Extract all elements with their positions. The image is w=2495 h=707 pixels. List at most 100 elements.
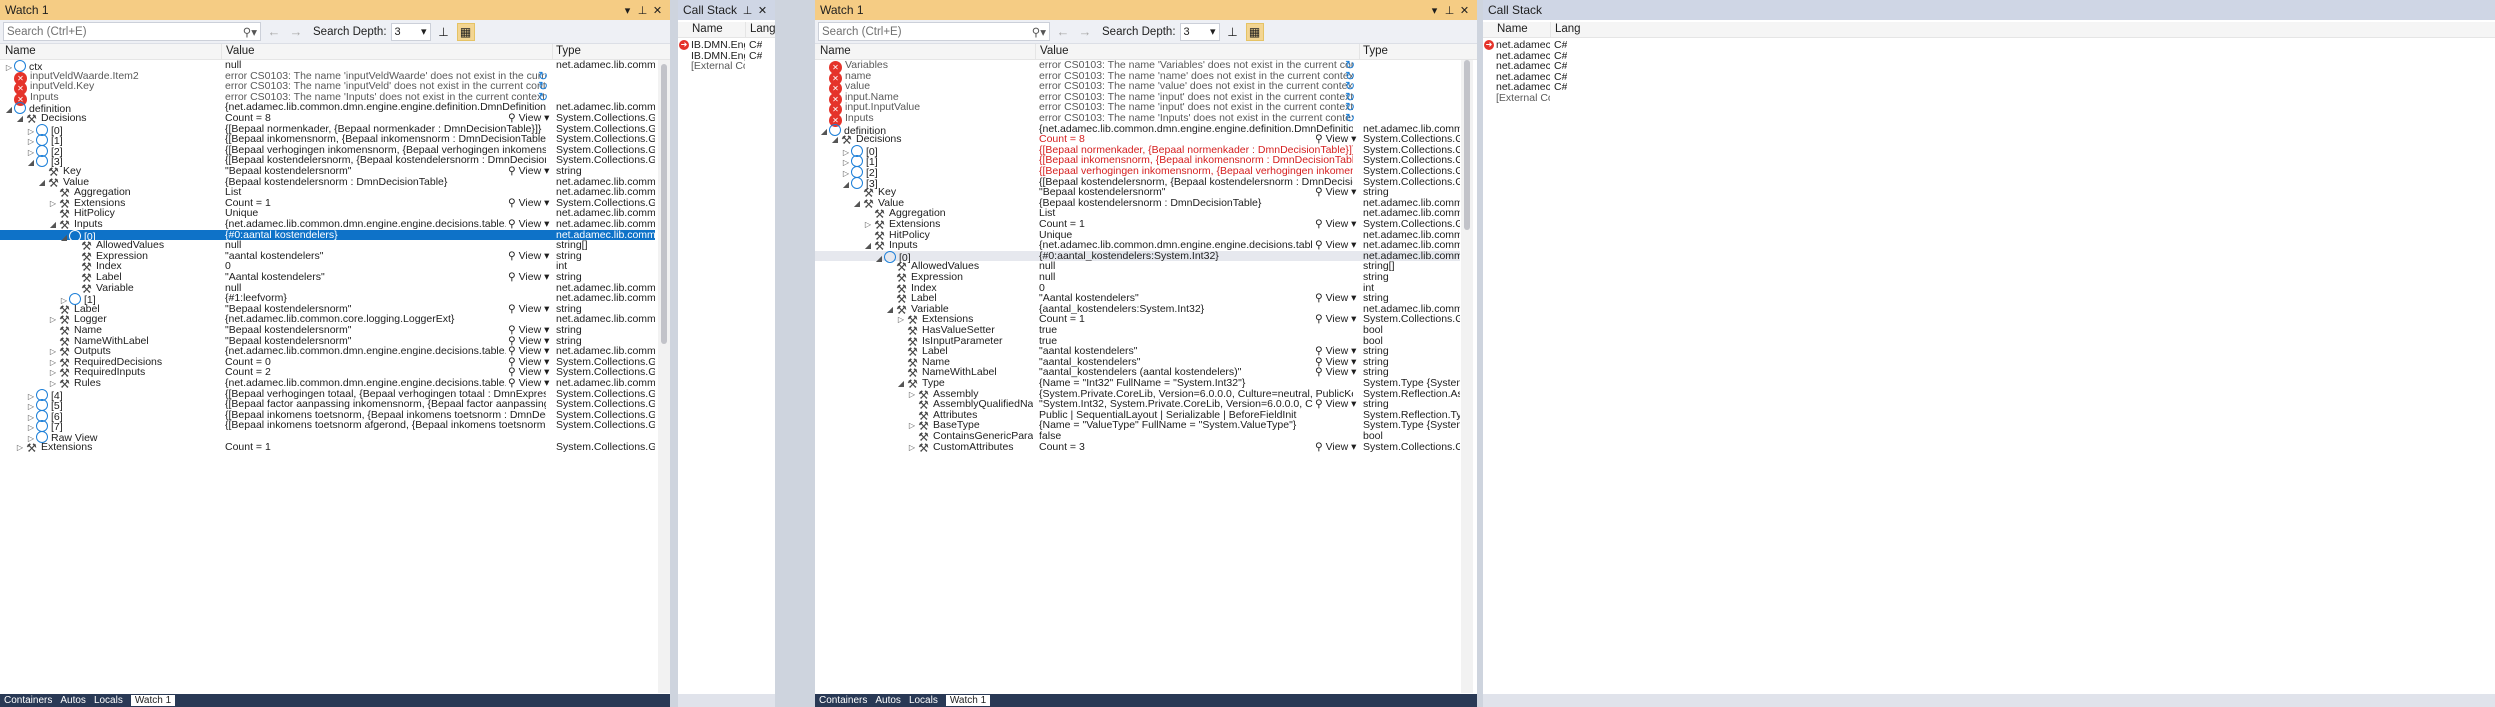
view-button[interactable]: ⚲ View ▾	[1315, 367, 1356, 378]
watch-row[interactable]: ⚒ Label "Bepaal kostendelersnorm" ⚲ View ▾ s…	[0, 304, 655, 317]
search-input[interactable]: Search (Ctrl+E) ⚲ ▾	[3, 22, 261, 41]
close-icon[interactable]: ✕	[650, 4, 665, 17]
right-callstack-titlebar[interactable]: Call Stack	[1483, 0, 2495, 20]
watch-row[interactable]: ⚒ Label "Aantal kostendelers" ⚲ View ▾ strin…	[815, 293, 1460, 306]
chevron-down-icon[interactable]: ▾	[251, 25, 257, 39]
column-name[interactable]: Name	[820, 45, 851, 57]
watch-row[interactable]: ⚒AggregationListnet.adamec.lib.common.dm…	[0, 187, 655, 200]
refresh-icon[interactable]: ↻	[538, 91, 548, 103]
search-input[interactable]: Search (Ctrl+E) ⚲ ▾	[818, 22, 1050, 41]
tab-autos[interactable]: Autos	[875, 695, 901, 706]
search-back-button[interactable]: ←	[265, 24, 283, 39]
column-name[interactable]: Name	[692, 23, 723, 35]
watch-row[interactable]: ✕ value error CS0103: The name 'value' doe…	[815, 80, 1460, 96]
vertical-scrollbar[interactable]	[1461, 60, 1473, 693]
view-button[interactable]: ⚲ View ▾	[508, 272, 549, 283]
view-button[interactable]: ⚲ View ▾	[508, 325, 549, 336]
watch-row[interactable]: ▷ ⚒ Extensions Count = 1 ⚲ View ▾ System.Coll…	[815, 219, 1460, 232]
view-button[interactable]: ⚲ View ▾	[508, 198, 549, 209]
watch-row[interactable]: ⚒ Label "Aantal kostendelers" ⚲ View ▾ strin…	[0, 272, 655, 285]
watch-row[interactable]: ◢ [3] {[Bepaal kostendelersnorm, {Bepaal k…	[0, 155, 655, 168]
search-forward-button[interactable]: →	[1076, 24, 1094, 39]
column-value[interactable]: Value	[226, 45, 255, 57]
callstack-frame[interactable]: net.adamec.li... C#	[1483, 72, 1578, 83]
watch-row[interactable]: ◢ definition {net.adamec.lib.common.dmn.en…	[0, 102, 655, 115]
column-name[interactable]: Name	[1497, 23, 1528, 35]
view-button[interactable]: ⚲ View ▾	[1315, 314, 1356, 325]
watch-row[interactable]: ▷ [0] {[Bepaal normenkader, {Bepaal normen…	[815, 144, 1460, 157]
column-divider[interactable]	[221, 44, 222, 59]
watch-row[interactable]: ⚒ HasValueSetter true bool	[815, 325, 1460, 338]
watch-row[interactable]: ⚒ Label "aantal kostendelers" ⚲ View ▾ strin…	[815, 346, 1460, 359]
callstack-frame[interactable]: IB.DMN.Engin... C#	[678, 51, 773, 62]
view-button[interactable]: ⚲ View ▾	[1315, 399, 1356, 410]
watch-row[interactable]: ✕ Inputs error CS0103: The name 'Inputs' d…	[0, 91, 655, 106]
watch-row[interactable]: ▷ [1] {[Bepaal inkomensnorm, {Bepaal inkom…	[0, 134, 655, 146]
pin-watch-icon[interactable]: ⊥	[1224, 23, 1242, 41]
watch-row[interactable]: ▷ [4] {[Bepaal verhogingen totaal, {Bepaal…	[0, 388, 655, 401]
watch-row[interactable]: ✕ input.Name error CS0103: The name 'input…	[815, 91, 1460, 106]
right-watch-titlebar[interactable]: Watch 1 ▾ ⊥ ✕	[815, 0, 1477, 20]
dropdown-icon[interactable]: ▾	[1427, 4, 1442, 17]
watch-row[interactable]: ▷ [5] {[Bepaal factor aanpassing inkomensn…	[0, 399, 655, 411]
column-type[interactable]: Type	[1363, 45, 1388, 57]
watch-row[interactable]: ⚒ Expression "aantal kostendelers" ⚲ View ▾…	[0, 251, 655, 264]
view-button[interactable]: ⚲ View ▾	[508, 219, 549, 230]
watch-row[interactable]: ▷ [6] {[Bepaal inkomens toetsnorm, {Bepaal…	[0, 409, 655, 422]
watch-row[interactable]: ⚒AssemblyQualifiedName"System.Int32, Sys…	[815, 399, 1460, 412]
watch-row[interactable]: ◢ ⚒ Inputs {net.adamec.lib.common.dmn.engin…	[815, 240, 1460, 253]
watch-row[interactable]: ⚒ Name "aantal_kostendelers" ⚲ View ▾ string	[815, 357, 1460, 370]
watch-row[interactable]: ⚒ AllowedValues null string[]	[815, 261, 1460, 274]
close-icon[interactable]: ✕	[1457, 4, 1472, 17]
pin-icon[interactable]: ⊥	[635, 4, 650, 17]
watch-row[interactable]: ▷ ⚒ CustomAttributes Count = 3 ⚲ View ▾ Syste…	[815, 441, 1460, 454]
left-watch-titlebar[interactable]: Watch 1 ▾ ⊥ ✕	[0, 0, 670, 20]
watch-row[interactable]: ✕ inputVeldWaarde.Item2 error CS0103: The …	[0, 70, 655, 85]
watch-row[interactable]: ◢ ⚒ Decisions Count = 8 ⚲ View ▾ System.Colle…	[0, 113, 655, 126]
watch-row[interactable]: ◢ ⚒ Variable {aantal_kostendelers:System.In…	[815, 304, 1460, 317]
column-divider[interactable]	[1550, 22, 1551, 37]
watch-row[interactable]: ⚒ IsInputParameter true bool	[815, 336, 1460, 349]
dropdown-icon[interactable]: ▾	[620, 4, 635, 17]
watch-row[interactable]: ⚒ NameWithLabel "aantal_kostendelers (aant…	[815, 367, 1460, 380]
tab-containers[interactable]: Containers	[4, 695, 52, 706]
callstack-frame[interactable]: [External Code]	[678, 61, 773, 72]
column-lang[interactable]: Lang	[1555, 23, 1581, 35]
watch-row[interactable]: ▷ ⚒ Extensions Count = 1 System.Collections.…	[0, 442, 655, 455]
watch-row[interactable]: ▷ ⚒ Logger {net.adamec.lib.common.core.logg…	[0, 314, 655, 327]
view-button[interactable]: ⚲ View ▾	[508, 251, 549, 262]
tab-locals[interactable]: Locals	[909, 695, 938, 706]
expand-icon[interactable]: ▷	[15, 443, 25, 454]
watch-row[interactable]: ⚒ Key "Bepaal kostendelersnorm" ⚲ View ▾ str…	[0, 166, 655, 179]
watch-row[interactable]: ▷ Raw View	[0, 431, 655, 443]
search-depth-select[interactable]: 3 ▾	[1179, 22, 1220, 41]
watch-row[interactable]: ⚒ Expression null string	[815, 272, 1460, 285]
view-button[interactable]: ⚲ View ▾	[508, 378, 549, 389]
watch-row[interactable]: ▷ [0] {[Bepaal normenkader, {Bepaal normen…	[0, 123, 655, 136]
watch-row[interactable]: ◢ ⚒ Value {Bepaal kostendelersnorm : DmnDec…	[815, 198, 1460, 211]
search-icon[interactable]: ⚲	[1032, 25, 1040, 39]
watch-row[interactable]: ◢ [0] {#0:aantal kostendelers} net.adamec.l…	[0, 229, 655, 242]
watch-row[interactable]: ⚒ Name "Bepaal kostendelersnorm" ⚲ View ▾ st…	[0, 325, 655, 338]
watch-row[interactable]: ▷ ⚒ Extensions Count = 1 ⚲ View ▾ System.Coll…	[0, 198, 655, 211]
watch-row[interactable]: ▷ ⚒ RequiredInputs Count = 2 ⚲ View ▾ System.…	[0, 367, 655, 380]
scrollbar-thumb[interactable]	[1464, 60, 1470, 230]
scrollbar-thumb[interactable]	[661, 64, 667, 344]
view-button[interactable]: ⚲ View ▾	[1315, 219, 1356, 230]
watch-row[interactable]: ⚒ Index 0 int	[815, 283, 1460, 296]
pin-icon[interactable]: ⊥	[740, 4, 755, 17]
watch-row[interactable]: ◢ ⚒ Inputs {net.adamec.lib.common.dmn.engin…	[0, 219, 655, 232]
search-depth-select[interactable]: 3 ▾	[390, 22, 431, 41]
watch-row[interactable]: ▷ ⚒ BaseType {Name = "ValueType" FullName =…	[815, 420, 1460, 433]
watch-row[interactable]: ▷ [1] {[Bepaal inkomensnorm, {Bepaal inkom…	[815, 155, 1460, 168]
tab-watch-1[interactable]: Watch 1	[945, 695, 991, 706]
callstack-frame[interactable]: ➜net.adamec.li... C#	[1483, 40, 1578, 51]
watch-row[interactable]: ▷ctxnullnet.adamec.lib.common.dmn....	[0, 60, 655, 72]
watch-row[interactable]: ⚒HitPolicyUniquenet.adamec.lib.common.dm…	[0, 208, 655, 221]
watch-row[interactable]: ▷ [2] {[Bepaal verhogingen inkomensnorm, {…	[815, 166, 1460, 178]
watch-row[interactable]: ▷ ⚒ Rules {net.adamec.lib.common.dmn.engine…	[0, 378, 655, 391]
watch-row[interactable]: ✕ name error CS0103: The name 'name' does …	[815, 70, 1460, 85]
column-type[interactable]: Type	[556, 45, 581, 57]
vertical-scrollbar[interactable]	[658, 60, 670, 693]
watch-row[interactable]: ⚒HitPolicyUniquenet.adamec.lib.common.dm…	[815, 230, 1460, 243]
